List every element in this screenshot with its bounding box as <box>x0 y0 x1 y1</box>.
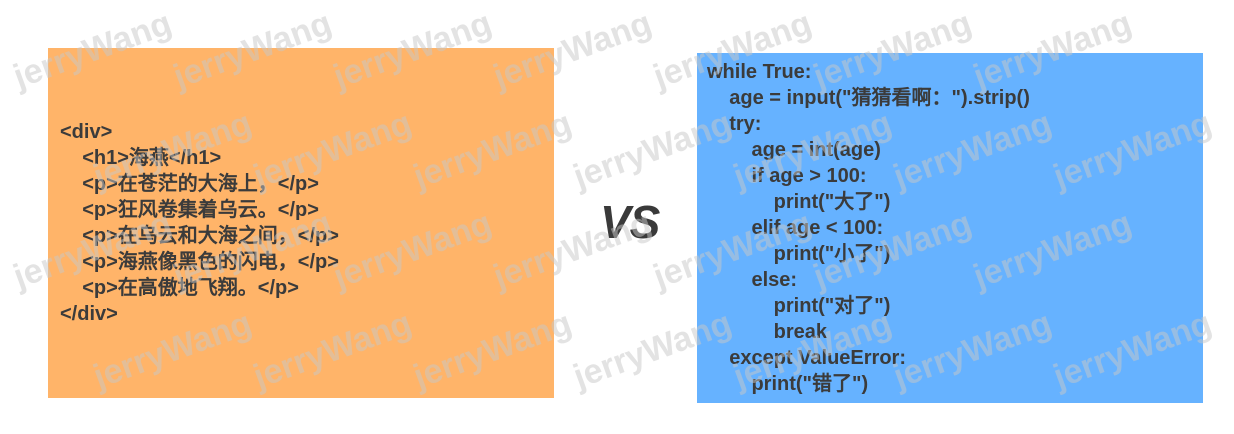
code-line: <p>海燕像黑色的闪电，</p> <box>60 251 339 273</box>
python-code-panel: while True: age = input("猜猜看啊：").strip()… <box>697 53 1203 403</box>
slide-canvas: <div> <h1>海燕</h1> <p>在苍茫的大海上，</p> <p>狂风卷… <box>0 0 1234 434</box>
code-line: <p>在乌云和大海之间，</p> <box>60 225 339 247</box>
html-code-panel: <div> <h1>海燕</h1> <p>在苍茫的大海上，</p> <p>狂风卷… <box>48 48 554 398</box>
code-line: print("错了") <box>707 373 869 395</box>
code-line: age = int(age) <box>707 139 881 161</box>
code-line: break <box>707 321 828 343</box>
code-line: <p>狂风卷集着乌云。</p> <box>60 199 319 221</box>
code-line: print("对了") <box>707 295 891 317</box>
code-line: print("小了") <box>707 243 891 265</box>
code-line: <div> <box>60 121 113 143</box>
code-line: if age > 100: <box>707 165 867 187</box>
code-line: else: <box>707 269 798 291</box>
code-line: <h1>海燕</h1> <box>60 147 222 169</box>
code-line: elif age < 100: <box>707 217 884 239</box>
code-line: age = input("猜猜看啊：").strip() <box>707 87 1030 109</box>
code-line: try: <box>707 113 762 135</box>
code-line: </div> <box>60 303 118 325</box>
versus-label: VS <box>600 196 660 248</box>
code-line: <p>在高傲地飞翔。</p> <box>60 277 299 299</box>
code-line: while True: <box>707 61 812 83</box>
code-line: <p>在苍茫的大海上，</p> <box>60 173 319 195</box>
code-line: except ValueError: <box>707 347 906 369</box>
code-line: print("大了") <box>707 191 891 213</box>
